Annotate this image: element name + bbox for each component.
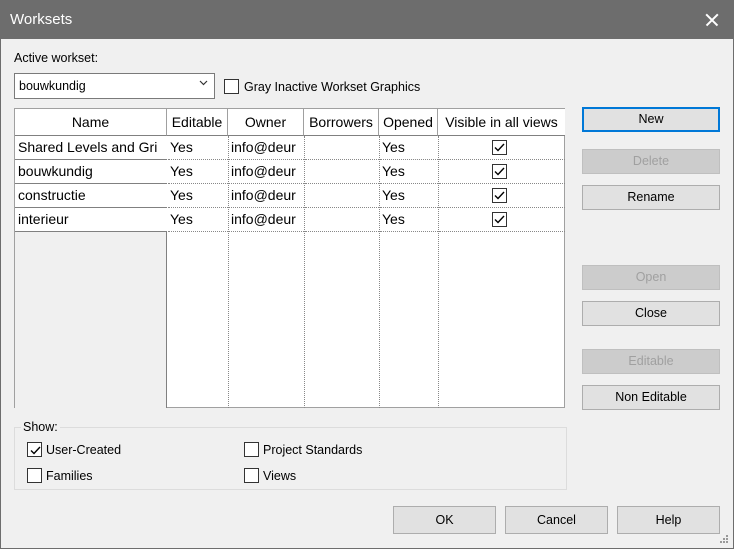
- table-row-opened[interactable]: Yes: [380, 184, 438, 208]
- checkmark-icon: [494, 215, 505, 224]
- resize-grip-icon[interactable]: [719, 534, 729, 544]
- checkmark-icon: [494, 167, 505, 176]
- delete-button[interactable]: Delete: [582, 149, 720, 174]
- visible-checkbox[interactable]: [492, 164, 507, 179]
- column-header-opened[interactable]: Opened: [379, 109, 438, 136]
- show-label: Show:: [21, 420, 60, 434]
- table-row-editable[interactable]: Yes: [168, 208, 228, 232]
- table-row-owner: info@deur: [229, 160, 304, 184]
- checkmark-icon: [494, 143, 505, 152]
- editable-button[interactable]: Editable: [582, 349, 720, 374]
- views-label: Views: [263, 469, 297, 483]
- worksets-table: Name Editable Owner Borrowers Opened Vis…: [14, 108, 565, 408]
- non-editable-button[interactable]: Non Editable: [582, 385, 720, 410]
- new-button[interactable]: New: [582, 107, 720, 132]
- window-title: Worksets: [10, 11, 73, 28]
- project-standards-label: Project Standards: [263, 443, 363, 457]
- visible-checkbox[interactable]: [492, 188, 507, 203]
- ok-button[interactable]: OK: [393, 506, 496, 534]
- user-created-checkbox[interactable]: [27, 442, 42, 457]
- table-row-name[interactable]: constructie: [15, 184, 167, 208]
- close-button[interactable]: Close: [582, 301, 720, 326]
- table-row-borrowers: [305, 208, 379, 232]
- table-row-opened[interactable]: Yes: [380, 136, 438, 160]
- active-workset-value: bouwkundig: [19, 79, 86, 93]
- close-icon[interactable]: [697, 5, 727, 35]
- title-bar[interactable]: Worksets: [1, 1, 733, 39]
- checkmark-icon: [30, 446, 41, 455]
- gray-inactive-checkbox[interactable]: [224, 79, 239, 94]
- visible-checkbox[interactable]: [492, 212, 507, 227]
- rename-button[interactable]: Rename: [582, 185, 720, 210]
- user-created-label: User-Created: [46, 443, 122, 457]
- table-row-name[interactable]: interieur: [15, 208, 167, 232]
- table-row-owner: info@deur: [229, 208, 304, 232]
- visible-checkbox[interactable]: [492, 140, 507, 155]
- column-header-visible[interactable]: Visible in all views: [438, 109, 565, 136]
- table-row-borrowers: [305, 184, 379, 208]
- table-row-name[interactable]: bouwkundig: [15, 160, 167, 184]
- column-header-owner[interactable]: Owner: [228, 109, 304, 136]
- active-workset-label: Active workset:: [14, 51, 99, 65]
- table-row-owner: info@deur: [229, 184, 304, 208]
- worksets-dialog: Worksets Active workset: bouwkundig Gray…: [0, 0, 734, 549]
- checkmark-icon: [494, 191, 505, 200]
- table-row-borrowers: [305, 136, 379, 160]
- table-row-editable[interactable]: Yes: [168, 160, 228, 184]
- table-row-opened[interactable]: Yes: [380, 208, 438, 232]
- column-header-borrowers[interactable]: Borrowers: [304, 109, 379, 136]
- families-checkbox[interactable]: [27, 468, 42, 483]
- project-standards-checkbox[interactable]: [244, 442, 259, 457]
- table-row-editable[interactable]: Yes: [168, 136, 228, 160]
- families-label: Families: [46, 469, 93, 483]
- views-checkbox[interactable]: [244, 468, 259, 483]
- open-button[interactable]: Open: [582, 265, 720, 290]
- column-header-name[interactable]: Name: [15, 109, 167, 136]
- active-workset-dropdown[interactable]: bouwkundig: [14, 73, 215, 99]
- cancel-button[interactable]: Cancel: [505, 506, 608, 534]
- column-header-editable[interactable]: Editable: [167, 109, 228, 136]
- gray-inactive-label: Gray Inactive Workset Graphics: [244, 80, 421, 94]
- table-row-borrowers: [305, 160, 379, 184]
- chevron-down-icon: [199, 80, 208, 86]
- table-row-editable[interactable]: Yes: [168, 184, 228, 208]
- table-row-name[interactable]: Shared Levels and Gri: [15, 136, 167, 160]
- help-button[interactable]: Help: [617, 506, 720, 534]
- table-row-owner: info@deur: [229, 136, 304, 160]
- table-row-opened[interactable]: Yes: [380, 160, 438, 184]
